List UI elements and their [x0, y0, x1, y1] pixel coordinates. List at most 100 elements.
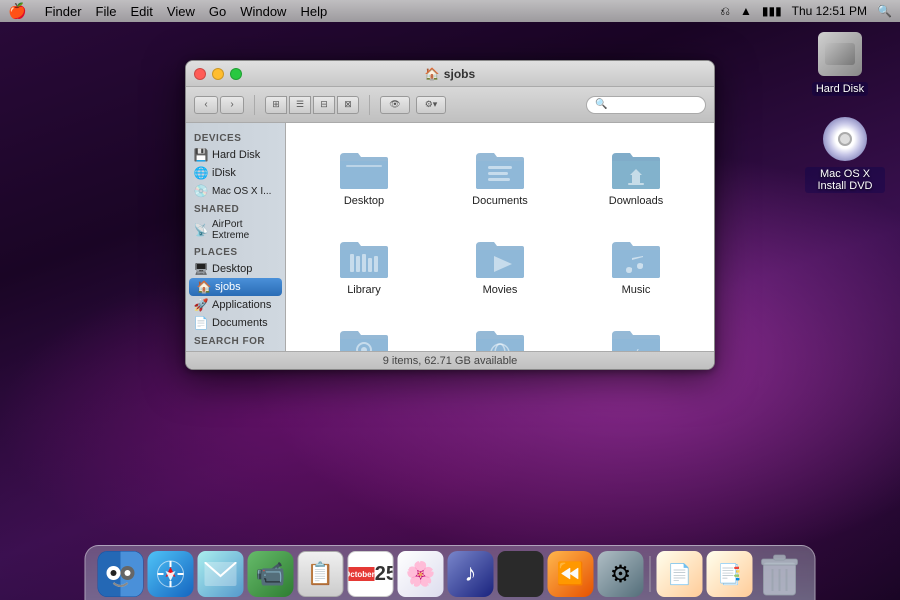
desktop-folder-icon	[338, 143, 390, 191]
dock-item-preview1[interactable]: 📄	[657, 551, 703, 597]
sidebar-item-applications[interactable]: 🚀 Applications	[186, 296, 285, 314]
dock-icon-expose	[498, 551, 544, 597]
menu-edit[interactable]: Edit	[131, 4, 153, 19]
dock-icon-iphoto: 🌸	[398, 551, 444, 597]
folder-item-movies[interactable]: Movies	[437, 227, 563, 301]
dock-item-expose[interactable]	[498, 551, 544, 597]
dock-item-timemachine[interactable]: ⏪	[548, 551, 594, 597]
apple-menu[interactable]: 🍎	[8, 2, 27, 20]
dock-item-systemprefs[interactable]: ⚙	[598, 551, 644, 597]
dock-icon-trash	[757, 551, 803, 597]
menu-view[interactable]: View	[167, 4, 195, 19]
menu-go[interactable]: Go	[209, 4, 226, 19]
movies-folder-label: Movies	[483, 284, 518, 296]
dock-icon-systemprefs: ⚙	[598, 551, 644, 597]
dock-item-addressbook[interactable]: 📋	[298, 551, 344, 597]
desktop-icon-hard-disk[interactable]: Hard Disk	[800, 30, 880, 96]
desktop-icon-dvd[interactable]: Mac OS X Install DVD	[805, 115, 885, 193]
dock-icon-preview1: 📄	[657, 551, 703, 597]
view-column-button[interactable]: ⊟	[313, 96, 335, 114]
sidebar-idisk-label: iDisk	[212, 167, 236, 179]
sidebar-item-desktop[interactable]: 🖥 Desktop	[186, 260, 285, 278]
dock-item-preview2[interactable]: 📑	[707, 551, 753, 597]
hd-small-icon: 💾	[194, 148, 208, 162]
toolbar-separator-2	[369, 95, 370, 115]
window-title: sjobs	[444, 67, 475, 81]
dvd-small-icon: 💿	[194, 184, 208, 198]
dock-item-safari[interactable]	[148, 551, 194, 597]
search-icon: 🔍	[595, 99, 607, 110]
dock-icon-finder	[98, 551, 144, 597]
view-list-button[interactable]: ☰	[289, 96, 311, 114]
folder-item-public[interactable]: Public	[437, 316, 563, 351]
facetime-camera-icon: 📹	[256, 560, 286, 589]
maximize-button[interactable]	[230, 68, 242, 80]
timemachine-icon: ⏪	[557, 561, 584, 587]
search-box[interactable]: 🔍	[586, 96, 706, 114]
folder-item-pictures[interactable]: Pictures	[301, 316, 427, 351]
bluetooth-icon: ⎌	[720, 4, 730, 19]
iphoto-icon: 🌸	[406, 560, 436, 589]
menu-file[interactable]: File	[96, 4, 117, 19]
apps-small-icon: 🚀	[194, 298, 208, 312]
finder-toolbar: ‹ › ⊞ ☰ ⊟ ⊠ 👁 ⚙▾ 🔍	[186, 87, 714, 123]
downloads-folder-icon	[610, 143, 662, 191]
dock-item-iphoto[interactable]: 🌸	[398, 551, 444, 597]
dock-item-ical[interactable]: October 25	[348, 551, 394, 597]
folder-svg-documents	[474, 145, 526, 191]
search-input[interactable]	[611, 99, 691, 111]
sidebar-item-airport[interactable]: 📡 AirPort Extreme	[186, 217, 285, 243]
action-button[interactable]: ⚙▾	[416, 96, 446, 114]
folder-item-downloads[interactable]: Downloads	[573, 138, 699, 212]
menu-finder[interactable]: Finder	[45, 4, 82, 19]
dock: 📹 📋 October 25 🌸 ♪	[85, 545, 816, 600]
folder-item-music[interactable]: Music	[573, 227, 699, 301]
folder-item-library[interactable]: Library	[301, 227, 427, 301]
spotlight-icon[interactable]: 🔍	[877, 4, 892, 18]
folder-item-sites[interactable]: </> Sites	[573, 316, 699, 351]
dock-item-itunes[interactable]: ♪	[448, 551, 494, 597]
folder-item-desktop[interactable]: Desktop	[301, 138, 427, 212]
forward-button[interactable]: ›	[220, 96, 244, 114]
sidebar-documents-label: Documents	[212, 317, 268, 329]
view-icon-button[interactable]: ⊞	[265, 96, 287, 114]
music-folder-label: Music	[622, 284, 651, 296]
sidebar-dvd-label: Mac OS X I...	[212, 186, 271, 197]
dock-icon-safari	[148, 551, 194, 597]
sidebar-hard-disk-label: Hard Disk	[212, 149, 260, 161]
dock-item-finder[interactable]	[98, 551, 144, 597]
folder-item-documents[interactable]: Documents	[437, 138, 563, 212]
trash-icon	[759, 551, 801, 597]
dock-icon-ical: October 25	[348, 551, 394, 597]
folder-svg-public	[474, 323, 526, 351]
finder-face-icon	[98, 551, 144, 597]
menu-help[interactable]: Help	[300, 4, 327, 19]
dock-item-trash[interactable]	[757, 551, 803, 597]
finder-body: DEVICES 💾 Hard Disk 🌐 iDisk 💿 Mac OS X I…	[186, 123, 714, 351]
music-folder-icon	[610, 232, 662, 280]
close-button[interactable]	[194, 68, 206, 80]
view-coverflow-button[interactable]: ⊠	[337, 96, 359, 114]
sidebar-item-hard-disk[interactable]: 💾 Hard Disk	[186, 146, 285, 164]
menu-window[interactable]: Window	[240, 4, 286, 19]
menubar: 🍎 Finder File Edit View Go Window Help ⎌…	[0, 0, 900, 22]
home-small-icon: 🏠	[197, 280, 211, 294]
minimize-button[interactable]	[212, 68, 224, 80]
dock-item-mail[interactable]	[198, 551, 244, 597]
systemprefs-gear-icon: ⚙	[610, 560, 632, 589]
sidebar-item-idisk[interactable]: 🌐 iDisk	[186, 164, 285, 182]
sidebar-item-today[interactable]: ⏱ Today	[186, 349, 285, 351]
svg-text:</>: </>	[625, 347, 647, 351]
folder-svg-pictures	[338, 323, 390, 351]
documents-folder-label: Documents	[472, 195, 528, 207]
mail-envelope-icon	[205, 562, 237, 586]
dock-item-facetime[interactable]: 📹	[248, 551, 294, 597]
desktop-folder-label: Desktop	[344, 195, 384, 207]
desktop-small-icon: 🖥	[194, 262, 208, 276]
sidebar-item-documents[interactable]: 📄 Documents	[186, 314, 285, 332]
sidebar-section-places: PLACES	[186, 243, 285, 260]
preview-button[interactable]: 👁	[380, 96, 410, 114]
sidebar-item-dvd[interactable]: 💿 Mac OS X I...	[186, 182, 285, 200]
back-button[interactable]: ‹	[194, 96, 218, 114]
sidebar-item-sjobs[interactable]: 🏠 sjobs	[189, 278, 282, 296]
